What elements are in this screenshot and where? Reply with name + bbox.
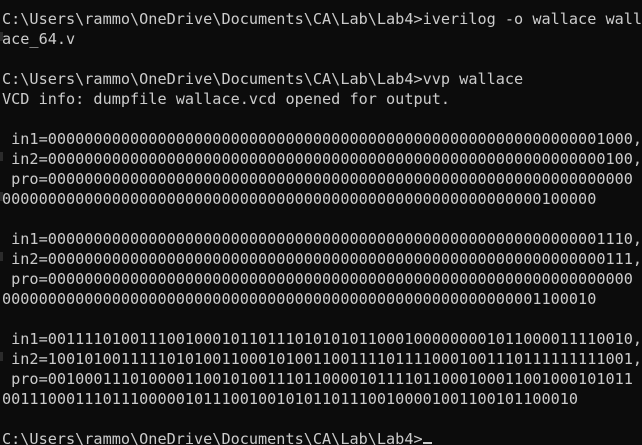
output-pro-line: pro=001000111010000110010100111011000010… — [2, 370, 633, 388]
output-pro-wrap-line: 0011100011101110000010111001001010110111… — [2, 390, 579, 408]
output-pro-line: pro=000000000000000000000000000000000000… — [2, 170, 633, 188]
output-in1-line: in1=001111010011100100010110111010101011… — [2, 330, 642, 348]
output-in1-line: in1=000000000000000000000000000000000000… — [2, 230, 642, 248]
output-in1-line: in1=000000000000000000000000000000000000… — [2, 130, 642, 148]
vcd-info-line: VCD info: dumpfile wallace.vcd opened fo… — [2, 90, 451, 108]
console-window[interactable]: C:\Users\rammo\OneDrive\Documents\CA\Lab… — [0, 0, 642, 445]
text-cursor — [422, 442, 432, 444]
prompt-text: C:\Users\rammo\OneDrive\Documents\CA\Lab… — [2, 430, 423, 445]
command-line-vvp: C:\Users\rammo\OneDrive\Documents\CA\Lab… — [2, 70, 524, 88]
console-output: C:\Users\rammo\OneDrive\Documents\CA\Lab… — [2, 9, 642, 445]
output-pro-wrap-line: 0000000000000000000000000000000000000000… — [2, 190, 597, 208]
command-line-iverilog-wrap: ace_64.v — [2, 30, 76, 48]
command-line-iverilog: C:\Users\rammo\OneDrive\Documents\CA\Lab… — [2, 10, 642, 28]
prompt-line[interactable]: C:\Users\rammo\OneDrive\Documents\CA\Lab… — [2, 429, 642, 445]
output-in2-line: in2=000000000000000000000000000000000000… — [2, 150, 642, 168]
output-pro-wrap-line: 0000000000000000000000000000000000000000… — [2, 290, 597, 308]
output-pro-line: pro=000000000000000000000000000000000000… — [2, 270, 633, 288]
output-in2-line: in2=000000000000000000000000000000000000… — [2, 250, 642, 268]
output-in2-line: in2=100101001111101010011000101001100111… — [2, 350, 642, 368]
